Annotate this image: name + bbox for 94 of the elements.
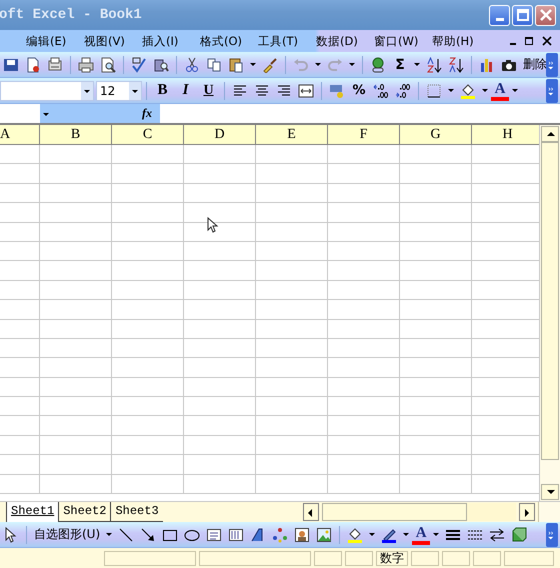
- status-panel: [473, 550, 501, 566]
- sheet-tab[interactable]: Sheet1: [6, 502, 58, 522]
- vertical-text-box-icon[interactable]: [228, 526, 244, 542]
- vertical-scrollbar[interactable]: [539, 125, 560, 501]
- scroll-down-button[interactable]: [541, 484, 559, 500]
- paintbrush-icon[interactable]: [262, 56, 278, 72]
- autosum-button[interactable]: Σ: [389, 54, 411, 76]
- column-header[interactable]: C: [112, 125, 184, 144]
- pen-icon[interactable]: [381, 526, 398, 542]
- font-name-field[interactable]: [0, 80, 94, 100]
- menu-item[interactable]: 格式(O): [200, 34, 258, 48]
- menu-item[interactable]: 编辑(E): [26, 34, 84, 48]
- column-header[interactable]: G: [400, 125, 472, 144]
- spelling-check-icon[interactable]: [131, 56, 147, 72]
- column-header[interactable]: F: [328, 125, 400, 144]
- merge-center-icon[interactable]: [298, 82, 314, 98]
- dropdown-caret-icon[interactable]: [512, 89, 518, 92]
- scroll-left-button[interactable]: [303, 503, 319, 521]
- save-icon[interactable]: [3, 56, 19, 72]
- scissors-icon[interactable]: [184, 56, 200, 72]
- status-panel: [411, 550, 439, 566]
- menu-item[interactable]: 工具(T): [258, 34, 316, 48]
- dropdown-caret-icon[interactable]: [482, 89, 488, 92]
- book-magnifier-icon[interactable]: [153, 56, 169, 72]
- borders-icon[interactable]: [426, 82, 442, 98]
- column-header[interactable]: A: [0, 125, 40, 144]
- menu-item[interactable]: 视图(V): [84, 34, 142, 48]
- scroll-right-button[interactable]: [519, 503, 535, 521]
- paint-bucket-icon[interactable]: [347, 526, 364, 542]
- printer-icon[interactable]: [78, 56, 94, 72]
- copy-icon[interactable]: [206, 56, 222, 72]
- dropdown-caret-icon[interactable]: [414, 63, 420, 66]
- dropdown-caret-icon[interactable]: [433, 533, 440, 536]
- dropdown-caret-icon[interactable]: [349, 63, 355, 66]
- sort-descending-icon[interactable]: [448, 56, 464, 72]
- clip-art-icon[interactable]: [294, 526, 310, 542]
- column-header[interactable]: D: [184, 125, 256, 144]
- currency-icon[interactable]: [329, 82, 345, 98]
- scroll-up-button[interactable]: [541, 126, 559, 142]
- dropdown-caret-icon[interactable]: [250, 63, 256, 66]
- fax-printer-icon[interactable]: [47, 56, 63, 72]
- italic-button[interactable]: I: [174, 80, 197, 102]
- bold-button[interactable]: B: [151, 80, 174, 102]
- diagram-icon[interactable]: [272, 526, 288, 542]
- dropdown-caret-icon[interactable]: [448, 89, 454, 92]
- scroll-thumb[interactable]: [541, 142, 559, 460]
- line-icon[interactable]: [118, 526, 134, 542]
- restore-icon[interactable]: [525, 37, 533, 45]
- status-panel: [345, 550, 373, 566]
- status-indicator: 数字: [376, 550, 408, 566]
- decrease-decimal-icon[interactable]: [395, 82, 411, 98]
- close-icon[interactable]: [542, 36, 552, 46]
- maximize-icon[interactable]: [514, 7, 530, 23]
- menu-item[interactable]: 帮助(H): [432, 34, 490, 48]
- sheet-tab[interactable]: Sheet2: [58, 502, 110, 522]
- menu-item[interactable]: 数据(D): [316, 34, 374, 48]
- magnifier-page-icon[interactable]: [100, 56, 116, 72]
- globe-link-icon[interactable]: [370, 56, 386, 72]
- dropdown-caret-icon[interactable]: [315, 63, 321, 66]
- dropdown-caret-icon[interactable]: [106, 533, 112, 536]
- mouse-pointer-icon[interactable]: [3, 526, 19, 542]
- document-icon[interactable]: [25, 56, 41, 72]
- picture-icon[interactable]: [316, 526, 332, 542]
- paint-bucket-icon[interactable]: [460, 82, 476, 98]
- arrow-icon[interactable]: [140, 526, 156, 542]
- column-header[interactable]: E: [256, 125, 328, 144]
- sheet-tab[interactable]: Sheet3: [110, 502, 163, 522]
- underline-button[interactable]: U: [197, 80, 220, 102]
- status-panel: [314, 550, 342, 566]
- align-center-icon[interactable]: [254, 82, 270, 98]
- dropdown-caret-icon[interactable]: [403, 533, 410, 536]
- sort-ascending-icon[interactable]: [426, 56, 442, 72]
- align-left-icon[interactable]: [232, 82, 248, 98]
- clipboard-icon[interactable]: [228, 56, 244, 72]
- font-size-field[interactable]: 12: [96, 80, 142, 100]
- window-title: oft Excel - Book1: [0, 7, 142, 23]
- font-size-value: 12: [99, 84, 116, 98]
- cube-icon[interactable]: [511, 526, 528, 542]
- percent-button[interactable]: %: [348, 80, 370, 102]
- autoshapes-button[interactable]: 自选图形(U): [31, 524, 104, 546]
- bar-chart-icon[interactable]: [479, 56, 495, 72]
- dropdown-caret-icon[interactable]: [369, 533, 376, 536]
- increase-decimal-icon[interactable]: [373, 82, 389, 98]
- double-arrows-icon[interactable]: [489, 526, 506, 542]
- status-panel: [504, 550, 554, 566]
- status-panel: [442, 550, 470, 566]
- menu-item[interactable]: 窗口(W): [374, 34, 432, 48]
- scroll-thumb[interactable]: [322, 503, 467, 521]
- horizontal-scrollbar[interactable]: [300, 502, 538, 522]
- menu-item[interactable]: 插入(I): [142, 34, 200, 48]
- align-right-icon[interactable]: [276, 82, 292, 98]
- text-box-icon[interactable]: [206, 526, 222, 542]
- insert-function-button[interactable]: fx: [120, 104, 160, 123]
- column-header[interactable]: B: [40, 125, 112, 144]
